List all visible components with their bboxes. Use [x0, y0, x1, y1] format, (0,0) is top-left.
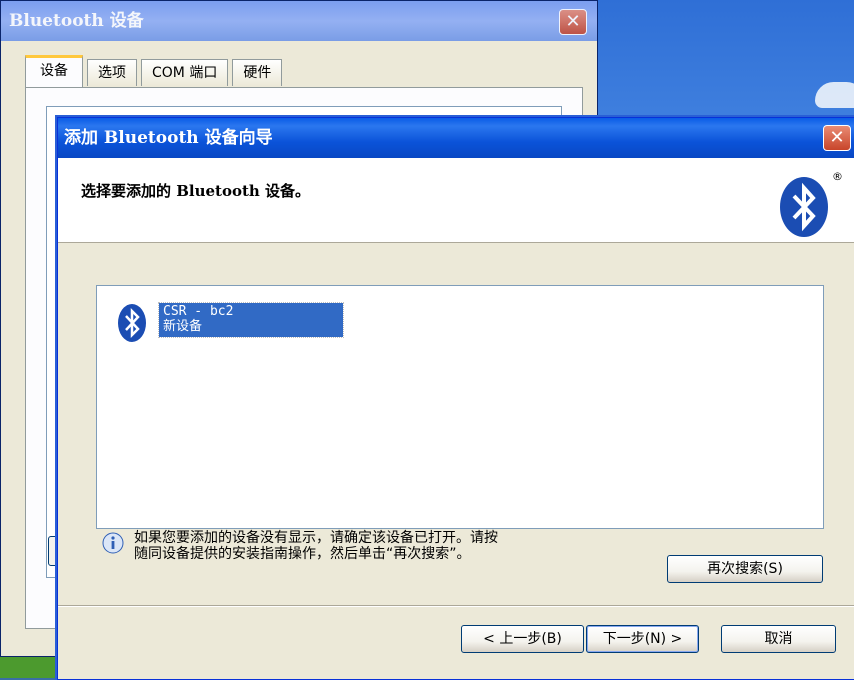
tab-options[interactable]: 选项 — [87, 59, 137, 86]
search-again-button[interactable]: 再次搜索(S) — [667, 555, 823, 583]
info-message: 如果您要添加的设备没有显示，请确定该设备已打开。请按 随同设备提供的安装指南操作… — [102, 530, 654, 562]
tab-devices[interactable]: 设备 — [25, 55, 83, 88]
back-window-title: Bluetooth 设备 — [9, 11, 144, 31]
next-button[interactable]: 下一步(N) > — [586, 625, 699, 653]
wizard-header: 选择要添加的 Bluetooth 设备。 ® — [58, 158, 854, 243]
wizard-title: 添加 Bluetooth 设备向导 — [64, 128, 273, 148]
info-line-1: 如果您要添加的设备没有显示，请确定该设备已打开。请按 — [134, 530, 498, 546]
wizard-close-icon[interactable]: ✕ — [823, 125, 851, 151]
device-name: CSR - bc2 — [163, 304, 234, 319]
bluetooth-logo-icon — [780, 177, 828, 237]
info-text: 如果您要添加的设备没有显示，请确定该设备已打开。请按 随同设备提供的安装指南操作… — [134, 530, 654, 562]
tab-hardware[interactable]: 硬件 — [232, 59, 283, 86]
registered-mark: ® — [832, 170, 843, 183]
device-status: 新设备 — [163, 319, 203, 334]
wizard-titlebar[interactable]: 添加 Bluetooth 设备向导 ✕ — [58, 118, 854, 158]
info-line-2: 随同设备提供的安装指南操作，然后单击“再次搜索”。 — [134, 546, 471, 562]
info-icon — [102, 532, 124, 554]
tab-com-ports[interactable]: COM 端口 — [141, 59, 229, 86]
back-button[interactable]: < 上一步(B) — [461, 625, 584, 653]
back-window-titlebar[interactable]: Bluetooth 设备 ✕ — [1, 1, 597, 41]
device-list[interactable]: CSR - bc2 新设备 — [96, 285, 824, 529]
list-item[interactable]: CSR - bc2 新设备 — [117, 302, 344, 343]
device-label[interactable]: CSR - bc2 新设备 — [158, 302, 344, 338]
bluetooth-icon — [118, 304, 146, 342]
wizard-heading: 选择要添加的 Bluetooth 设备。 — [81, 182, 311, 200]
footer-divider — [58, 605, 854, 607]
add-bluetooth-wizard-window: 添加 Bluetooth 设备向导 ✕ 选择要添加的 Bluetooth 设备。… — [57, 117, 854, 680]
back-window-close-icon[interactable]: ✕ — [559, 9, 587, 35]
cancel-button[interactable]: 取消 — [721, 625, 836, 653]
back-window-tabs: 设备 选项 COM 端口 硬件 — [25, 55, 286, 88]
desktop-cloud — [815, 82, 854, 108]
